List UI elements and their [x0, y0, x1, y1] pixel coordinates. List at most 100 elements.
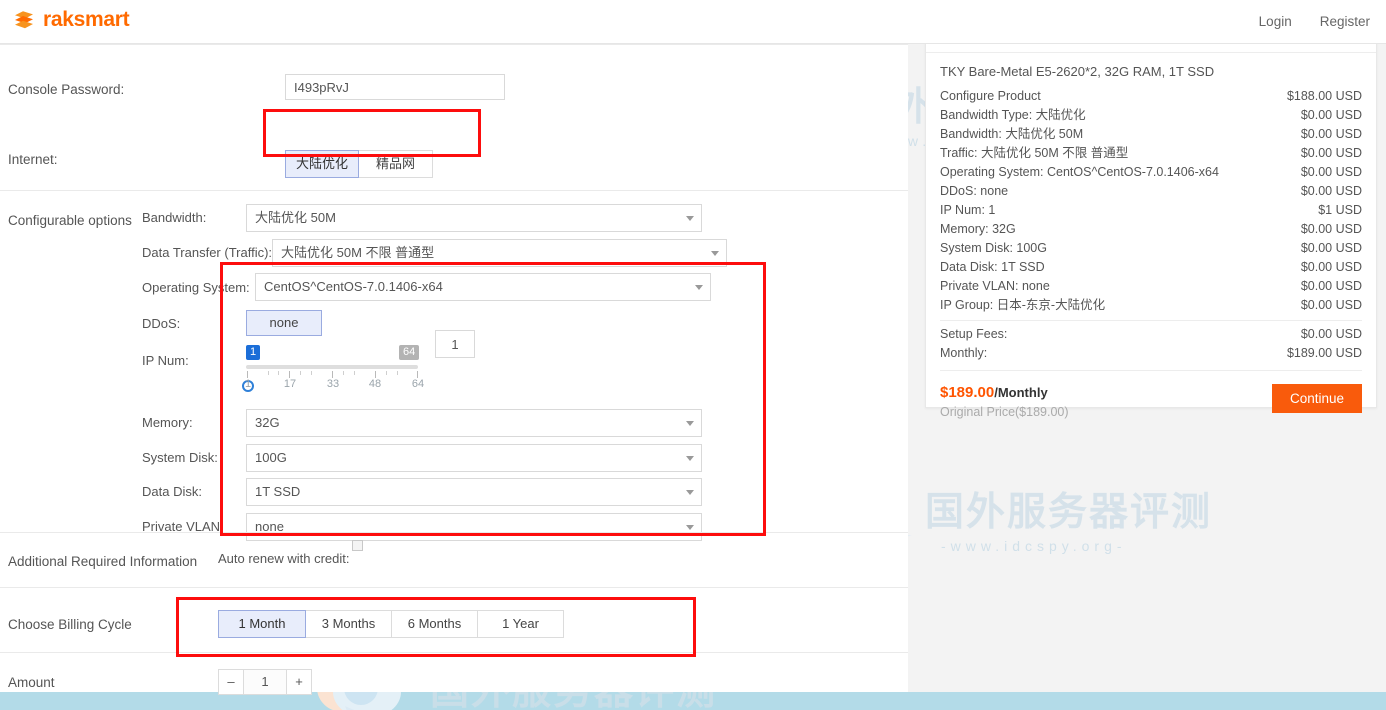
summary-line-name: Bandwidth Type: 大陆优化 — [940, 108, 1086, 122]
divider — [0, 190, 908, 191]
summary-fee-price: $0.00 USD — [1300, 327, 1362, 341]
slider-tick-label: 17 — [283, 378, 297, 390]
order-summary-lines: Configure Product $188.00 USD Bandwidth … — [926, 87, 1376, 315]
memory-select[interactable]: 32G — [246, 409, 702, 437]
summary-line-price: $0.00 USD — [1300, 222, 1362, 236]
auto-renew-checkbox[interactable] — [352, 540, 363, 551]
memory-value: 32G — [255, 415, 280, 430]
summary-line-price: $0.00 USD — [1300, 127, 1362, 141]
configurable-options-label: Configurable options — [8, 213, 132, 228]
divider — [940, 320, 1362, 321]
original-price: Original Price($189.00) — [940, 405, 1069, 419]
ip-num-slider-track[interactable] — [242, 365, 418, 392]
console-password-input[interactable] — [285, 74, 505, 100]
continue-button[interactable]: Continue — [1271, 384, 1362, 413]
total-price-block: $189.00/Monthly Original Price($189.00) — [940, 384, 1069, 419]
chevron-down-icon — [686, 490, 694, 495]
order-summary-product: TKY Bare-Metal E5-2620*2, 32G RAM, 1T SS… — [940, 64, 1215, 79]
summary-line: Configure Product $188.00 USD — [940, 87, 1362, 106]
ip-num-label: IP Num: — [142, 353, 189, 368]
summary-line-price: $0.00 USD — [1300, 184, 1362, 198]
amount-decrement-button[interactable]: – — [218, 669, 244, 695]
watermark-text-cn: 国外服务器评测 — [925, 490, 1213, 535]
chevron-down-icon — [686, 216, 694, 221]
total-price: $189.00 — [940, 384, 995, 401]
billing-option-1-month[interactable]: 1 Month — [218, 610, 306, 638]
billing-cycle-label: Choose Billing Cycle — [8, 617, 132, 632]
internet-option-mainland-optimized[interactable]: 大陆优化 — [285, 150, 359, 178]
order-summary-panel: Order Summary TKY Bare-Metal E5-2620*2, … — [925, 30, 1377, 419]
top-nav-links: Login Register — [1259, 14, 1370, 29]
site-logo[interactable]: raksmart — [12, 8, 130, 32]
billing-option-1-year[interactable]: 1 Year — [478, 610, 564, 638]
internet-label: Internet: — [8, 152, 58, 167]
ddos-label: DDoS: — [142, 316, 181, 331]
slider-tick-label: 64 — [411, 378, 425, 390]
data-transfer-value: 大陆优化 50M 不限 普通型 — [281, 245, 435, 260]
additional-info-label: Additional Required Information — [8, 554, 198, 569]
billing-option-6-months[interactable]: 6 Months — [392, 610, 478, 638]
divider — [940, 370, 1362, 371]
summary-line: Operating System: CentOS^CentOS-7.0.1406… — [940, 163, 1362, 182]
ip-num-slider-tick-labels: 1 17 33 48 64 — [245, 378, 436, 392]
summary-line: DDoS: none $0.00 USD — [940, 182, 1362, 201]
summary-line-name: Traffic: 大陆优化 50M 不限 普通型 — [940, 146, 1129, 160]
ip-num-slider[interactable]: 1 64 1 17 33 48 64 — [242, 345, 446, 397]
register-link[interactable]: Register — [1320, 14, 1370, 29]
internet-row: Internet: — [8, 152, 58, 167]
billing-option-3-months[interactable]: 3 Months — [306, 610, 392, 638]
private-vlan-select[interactable]: none — [246, 513, 702, 541]
summary-fee-price: $189.00 USD — [1286, 346, 1362, 360]
stacked-layers-icon — [15, 11, 33, 29]
summary-line: Data Disk: 1T SSD $0.00 USD — [940, 258, 1362, 277]
auto-renew-label: Auto renew with credit: — [218, 551, 350, 566]
amount-stepper[interactable]: – 1 + — [218, 669, 312, 695]
data-transfer-select[interactable]: 大陆优化 50M 不限 普通型 — [272, 239, 727, 267]
internet-type-selector[interactable]: 大陆优化 精品网 — [285, 150, 433, 178]
summary-line-name: System Disk: 100G — [940, 241, 1047, 255]
data-transfer-label: Data Transfer (Traffic): — [142, 245, 273, 260]
summary-line: Traffic: 大陆优化 50M 不限 普通型 $0.00 USD — [940, 144, 1362, 163]
chevron-down-icon — [695, 285, 703, 290]
watermark: 国外服务器评测 -www.idcspy.org- — [812, 485, 1213, 554]
operating-system-select[interactable]: CentOS^CentOS-7.0.1406-x64 — [255, 273, 711, 301]
amount-input[interactable]: 1 — [244, 669, 286, 695]
system-disk-select[interactable]: 100G — [246, 444, 702, 472]
internet-option-premium-network[interactable]: 精品网 — [359, 150, 433, 178]
page-footer-strip — [0, 692, 1386, 710]
bandwidth-label: Bandwidth: — [142, 210, 207, 225]
system-disk-label: System Disk: — [142, 450, 218, 465]
summary-fee-line: Setup Fees: $0.00 USD — [940, 325, 1362, 344]
bandwidth-select[interactable]: 大陆优化 50M — [246, 204, 702, 232]
summary-line-name: DDoS: none — [940, 184, 1009, 198]
data-disk-label: Data Disk: — [142, 484, 202, 499]
login-link[interactable]: Login — [1259, 14, 1292, 29]
summary-line: IP Num: 1 $1 USD — [940, 201, 1362, 220]
bandwidth-value: 大陆优化 50M — [255, 210, 336, 225]
ip-num-min-badge: 1 — [246, 345, 261, 360]
summary-line-name: Data Disk: 1T SSD — [940, 260, 1045, 274]
summary-line: System Disk: 100G $0.00 USD — [940, 239, 1362, 258]
slider-tick-label: 48 — [368, 378, 382, 390]
operating-system-label: Operating System: — [142, 280, 250, 295]
data-disk-select[interactable]: 1T SSD — [246, 478, 702, 506]
operating-system-value: CentOS^CentOS-7.0.1406-x64 — [264, 279, 443, 294]
chevron-down-icon — [711, 251, 719, 256]
billing-cycle-selector[interactable]: 1 Month 3 Months 6 Months 1 Year — [218, 610, 564, 638]
divider — [0, 44, 908, 45]
console-password-label: Console Password: — [8, 82, 125, 97]
memory-label: Memory: — [142, 415, 193, 430]
summary-fee-line: Monthly: $189.00 USD — [940, 344, 1362, 363]
summary-line-price: $0.00 USD — [1300, 279, 1362, 293]
chevron-down-icon — [686, 421, 694, 426]
summary-line-price: $0.00 USD — [1300, 260, 1362, 274]
ip-num-input[interactable] — [435, 330, 475, 358]
divider — [0, 532, 908, 533]
summary-line: IP Group: 日本-东京-大陆优化 $0.00 USD — [940, 296, 1362, 315]
summary-line: Bandwidth Type: 大陆优化 $0.00 USD — [940, 106, 1362, 125]
summary-line: Private VLAN: none $0.00 USD — [940, 277, 1362, 296]
chevron-down-icon — [686, 525, 694, 530]
system-disk-value: 100G — [255, 450, 287, 465]
amount-increment-button[interactable]: + — [286, 669, 312, 695]
ddos-option-none[interactable]: none — [246, 310, 322, 336]
